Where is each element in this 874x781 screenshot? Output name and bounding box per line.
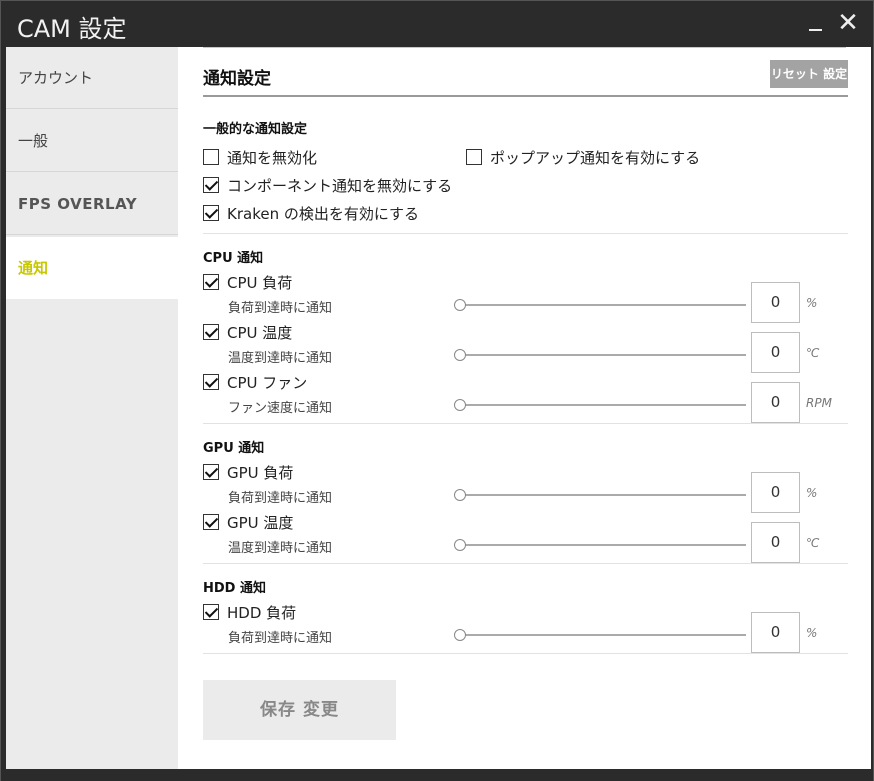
checkbox-box	[203, 464, 219, 480]
cpu-load-unit: %	[806, 296, 818, 310]
cpu-temp-slider-handle[interactable]	[454, 349, 466, 361]
checkbox-box	[203, 604, 219, 620]
checkbox-label: ポップアップ通知を有効にする	[490, 148, 701, 167]
gpu-temp-unit: ℃	[806, 536, 820, 550]
cpu-load-slider[interactable]	[460, 304, 746, 306]
gpu-temp-slider[interactable]	[460, 544, 746, 546]
top-divider	[203, 47, 846, 48]
cpu-load-slider-handle[interactable]	[454, 299, 466, 311]
hdd-heading: HDD 通知	[203, 581, 266, 596]
close-icon: ✕	[837, 8, 859, 38]
checkbox-label: GPU 負荷	[227, 463, 294, 482]
client-area: アカウント 一般 FPS OVERLAY 通知 通知設定 リセット 設定 一般的…	[6, 47, 871, 769]
cpu-temp-sub-label: 温度到達時に通知	[228, 351, 333, 366]
cpu-fan-slider[interactable]	[460, 404, 746, 406]
general-heading: 一般的な通知設定	[203, 122, 308, 137]
checkbox-label: CPU 負荷	[227, 273, 293, 292]
app-window: CAM 設定 ✕ アカウント 一般 FPS OVERLAY 通知 通知設定 リセ…	[0, 0, 874, 781]
hdd-load-value-input[interactable]: 0	[751, 612, 800, 653]
checkbox-box	[466, 149, 482, 165]
divider	[203, 233, 848, 234]
cpu-fan-unit: RPM	[806, 396, 832, 410]
checkbox-box	[203, 274, 219, 290]
hdd-load-slider[interactable]	[460, 634, 746, 636]
checkbox-box	[203, 205, 219, 221]
checkbox-label: CPU ファン	[227, 373, 308, 392]
checkbox-box	[203, 177, 219, 193]
checkbox-box	[203, 324, 219, 340]
enable-popup-checkbox[interactable]: ポップアップ通知を有効にする	[466, 146, 700, 168]
settings-panel: 通知設定 リセット 設定 一般的な通知設定 通知を無効化 ポップアップ通知を有効…	[178, 47, 871, 769]
gpu-load-sub-label: 負荷到達時に通知	[228, 491, 333, 506]
hdd-load-sub-label: 負荷到達時に通知	[228, 631, 333, 646]
divider	[203, 423, 848, 424]
cpu-temp-value-input[interactable]: 0	[751, 332, 800, 373]
disable-component-checkbox[interactable]: コンポーネント通知を無効にする	[203, 174, 452, 196]
gpu-load-unit: %	[806, 486, 818, 500]
gpu-load-value-input[interactable]: 0	[751, 472, 800, 513]
cpu-load-checkbox[interactable]: CPU 負荷	[203, 271, 292, 293]
divider	[203, 563, 848, 564]
cpu-fan-sub-label: ファン速度に通知	[228, 401, 333, 416]
sidebar-item-notifications[interactable]: 通知	[6, 237, 178, 299]
checkbox-label: Kraken の検出を有効にする	[227, 204, 420, 223]
gpu-load-slider[interactable]	[460, 494, 746, 496]
window-bottom-border	[1, 769, 873, 781]
checkbox-label: コンポーネント通知を無効にする	[227, 176, 453, 195]
gpu-temp-sub-label: 温度到達時に通知	[228, 541, 333, 556]
cpu-heading: CPU 通知	[203, 251, 264, 266]
hdd-load-slider-handle[interactable]	[454, 629, 466, 641]
minimize-button[interactable]	[801, 7, 831, 39]
window-title: CAM 設定	[17, 15, 127, 43]
checkbox-box	[203, 514, 219, 530]
checkbox-label: 通知を無効化	[227, 148, 318, 167]
close-button[interactable]: ✕	[833, 7, 863, 39]
cpu-fan-value-input[interactable]: 0	[751, 382, 800, 423]
gpu-temp-slider-handle[interactable]	[454, 539, 466, 551]
title-divider	[203, 95, 848, 97]
checkbox-box	[203, 374, 219, 390]
gpu-load-slider-handle[interactable]	[454, 489, 466, 501]
checkbox-label: CPU 温度	[227, 323, 293, 342]
hdd-load-checkbox[interactable]: HDD 負荷	[203, 601, 296, 623]
cpu-temp-slider[interactable]	[460, 354, 746, 356]
cpu-load-value-input[interactable]: 0	[751, 282, 800, 323]
title-bar[interactable]: CAM 設定 ✕	[1, 1, 873, 47]
reset-settings-button[interactable]: リセット 設定	[770, 60, 848, 88]
sidebar-item-account[interactable]: アカウント	[6, 47, 178, 109]
sidebar-item-general[interactable]: 一般	[6, 110, 178, 172]
cpu-fan-slider-handle[interactable]	[454, 399, 466, 411]
gpu-temp-checkbox[interactable]: GPU 温度	[203, 511, 293, 533]
sidebar-item-fps-overlay[interactable]: FPS OVERLAY	[6, 173, 178, 235]
gpu-temp-value-input[interactable]: 0	[751, 522, 800, 563]
gpu-heading: GPU 通知	[203, 441, 265, 456]
sidebar: アカウント 一般 FPS OVERLAY 通知	[6, 47, 178, 769]
checkbox-label: GPU 温度	[227, 513, 294, 532]
save-changes-button[interactable]: 保存 変更	[203, 680, 396, 740]
divider	[203, 653, 848, 654]
enable-kraken-checkbox[interactable]: Kraken の検出を有効にする	[203, 202, 419, 224]
gpu-load-checkbox[interactable]: GPU 負荷	[203, 461, 293, 483]
cpu-temp-unit: ℃	[806, 346, 820, 360]
minimize-icon	[809, 29, 822, 31]
disable-notifications-checkbox[interactable]: 通知を無効化	[203, 146, 317, 168]
checkbox-label: HDD 負荷	[227, 603, 297, 622]
cpu-temp-checkbox[interactable]: CPU 温度	[203, 321, 292, 343]
checkbox-box	[203, 149, 219, 165]
page-title: 通知設定	[203, 69, 271, 89]
cpu-load-sub-label: 負荷到達時に通知	[228, 301, 333, 316]
cpu-fan-checkbox[interactable]: CPU ファン	[203, 371, 307, 393]
hdd-load-unit: %	[806, 626, 818, 640]
